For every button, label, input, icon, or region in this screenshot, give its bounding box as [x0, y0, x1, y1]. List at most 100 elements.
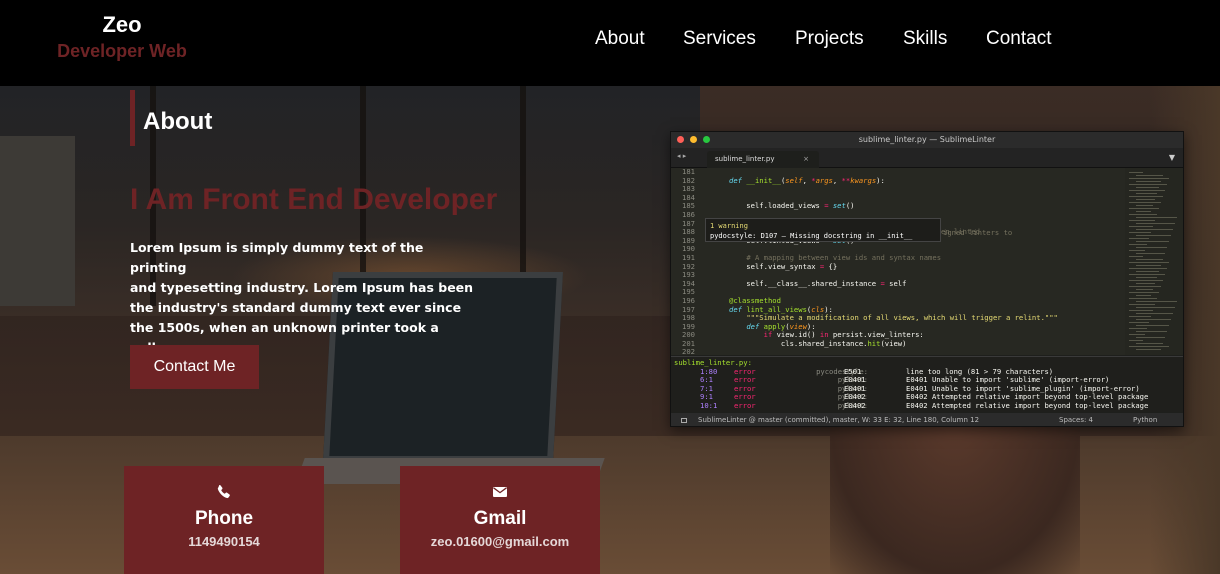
minimap-line — [1136, 193, 1157, 194]
minimap — [1125, 168, 1183, 355]
minimap-line — [1136, 241, 1169, 242]
minimap-line — [1136, 229, 1173, 230]
minimap-line — [1129, 196, 1163, 197]
lint-panel: sublime_linter.py: 1:80 error pycodestyle:… — [671, 356, 1183, 412]
minimap-line — [1129, 232, 1151, 233]
section-title: About — [143, 108, 213, 135]
card-title: Phone — [194, 508, 254, 529]
window-titlebar: sublime_linter.py — SublimeLinter — [671, 132, 1183, 148]
minimap-line — [1136, 181, 1161, 182]
code-text: self.loaded_views = set() — [729, 201, 855, 211]
minimap-line — [1129, 238, 1149, 239]
minimap-line — [1129, 250, 1145, 251]
minimap-line — [1129, 304, 1155, 305]
phone-icon — [124, 484, 324, 500]
minimap-line — [1129, 334, 1145, 335]
minimap-line — [1129, 268, 1167, 269]
contact-me-button[interactable]: Contact Me — [130, 345, 259, 389]
minimap-line — [1129, 346, 1169, 347]
section-accent-bar — [130, 90, 135, 146]
nav-link-about[interactable]: About — [595, 27, 645, 51]
editor-tabbar: ◂ ▸ sublime_linter.py × ▼ — [671, 148, 1183, 168]
minimap-line — [1136, 271, 1159, 272]
minimap-line — [1136, 289, 1153, 290]
minimap-line — [1136, 223, 1175, 224]
minimap-line — [1129, 292, 1159, 293]
minimap-line — [1136, 331, 1167, 332]
lint-row: 10:1 error pylint: E0402 E0402 Attempted rel… — [674, 400, 1182, 411]
brand-name: Zeo — [102, 12, 142, 37]
minimap-line — [1136, 349, 1161, 350]
minimap-line — [1136, 205, 1153, 206]
minimap-line — [1136, 283, 1155, 284]
hero-paragraph: Lorem Ipsum is simply dummy text of the … — [130, 238, 480, 358]
background-monitor — [0, 136, 75, 306]
code-text: self.__class__.shared_instance = self — [729, 278, 907, 288]
minimap-line — [1129, 226, 1153, 227]
lint-tooltip: 1 warning pydocstyle: D107 – Missing doc… — [705, 218, 941, 242]
tab-menu-icon: ▼ — [1168, 153, 1175, 162]
minimap-line — [1129, 316, 1151, 317]
minimap-line — [1129, 340, 1143, 341]
tooltip-count: 1 warning — [710, 222, 748, 230]
code-text: cls.shared_instance.hit(view) — [729, 338, 907, 348]
lint-pos: 10:1 — [700, 400, 718, 410]
code-editor-screenshot: sublime_linter.py — SublimeLinter ◂ ▸ su… — [670, 131, 1184, 427]
nav-link-projects[interactable]: Projects — [795, 27, 864, 51]
paragraph-line: Lorem Ipsum is simply dummy text of the … — [130, 240, 424, 275]
code-text: self.view_syntax = {} — [729, 261, 838, 271]
minimap-line — [1136, 211, 1151, 212]
nav-link-skills[interactable]: Skills — [903, 27, 947, 51]
code-line: 182 def __init__(self, *args, **kwargs): — [671, 175, 1125, 186]
lint-level: error — [734, 400, 756, 410]
tab-close-icon: × — [803, 155, 809, 163]
code-text: def __init__(self, *args, **kwargs): — [729, 175, 885, 185]
minimap-line — [1136, 307, 1175, 308]
brand-subtitle: Developer Web — [57, 41, 187, 61]
minimap-line — [1129, 262, 1169, 263]
nav-link-services[interactable]: Services — [683, 27, 756, 51]
minimap-line — [1136, 313, 1173, 314]
code-line: 201 cls.shared_instance.hit(view) — [671, 338, 1125, 349]
window-title: sublime_linter.py — SublimeLinter — [858, 135, 996, 144]
minimap-line — [1136, 235, 1171, 236]
minimap-line — [1129, 220, 1155, 221]
top-nav: Zeo Developer Web About Services Project… — [0, 0, 1220, 86]
minimap-line — [1129, 178, 1169, 179]
editor-tab: sublime_linter.py × — [707, 151, 819, 168]
hero-headline: I Am Front End Developer — [130, 183, 498, 216]
minimap-line — [1136, 343, 1163, 344]
minimap-line — [1129, 310, 1153, 311]
lint-msg: E0402 Attempted relative import beyond t… — [906, 400, 1149, 410]
minimap-line — [1129, 184, 1167, 185]
lint-code: E0402 — [844, 400, 866, 410]
code-area: 181 182 def __init__(self, *args, **kwargs… — [671, 167, 1125, 356]
card-title: Gmail — [473, 508, 527, 529]
code-line: 194 self.__class__.shared_instance = sel… — [671, 278, 1125, 289]
gmail-card[interactable]: Gmail zeo.01600@gmail.com — [400, 466, 600, 574]
code-fragment: igned linters to — [943, 228, 1013, 237]
code-line: 185 self.loaded_views = set() — [671, 202, 1125, 211]
tab-label: sublime_linter.py — [715, 155, 775, 163]
minimap-line — [1136, 217, 1177, 218]
minimap-line — [1136, 277, 1157, 278]
minimap-line — [1136, 265, 1161, 266]
minimap-line — [1136, 325, 1169, 326]
nav-link-contact[interactable]: Contact — [986, 27, 1051, 51]
minimap-line — [1129, 286, 1161, 287]
minimap-line — [1129, 280, 1163, 281]
minimap-line — [1136, 199, 1155, 200]
brand-logo[interactable]: Zeo Developer Web — [53, 11, 191, 63]
envelope-icon — [400, 484, 600, 500]
status-spaces: Spaces: 4 — [1059, 416, 1094, 424]
minimap-line — [1136, 259, 1163, 260]
minimap-line — [1129, 172, 1143, 173]
minimap-line — [1129, 202, 1161, 203]
paragraph-line: and typesetting industry. Lorem Ipsum ha… — [130, 280, 474, 295]
phone-card[interactable]: Phone 1149490154 — [124, 466, 324, 574]
minimap-line — [1129, 214, 1157, 215]
minimap-line — [1136, 337, 1165, 338]
minimap-line — [1129, 244, 1147, 245]
status-language: Python — [1133, 416, 1158, 424]
minimap-line — [1136, 247, 1167, 248]
